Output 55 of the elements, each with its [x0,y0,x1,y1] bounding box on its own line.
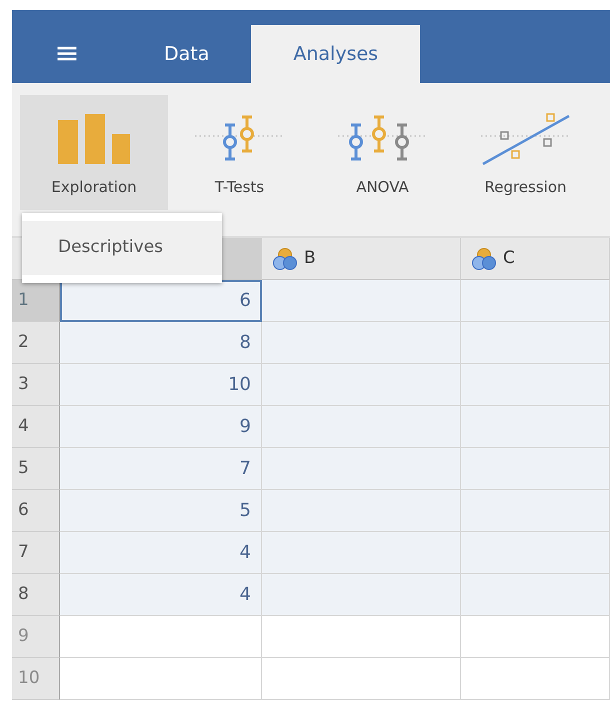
table-cell[interactable] [461,322,610,364]
column-name: B [304,246,316,270]
nominal-variable-icon [471,246,497,270]
row-number: 3 [12,364,60,406]
toolbar-button[interactable]: Exploration [20,95,168,210]
row-number: 8 [12,574,60,616]
row-number: 5 [12,448,60,490]
table-cell[interactable] [262,280,461,322]
table-cell[interactable]: 4 [60,532,262,574]
menu-item[interactable]: Descriptives [22,221,222,274]
tab[interactable]: Analyses [251,25,420,83]
table-cell[interactable] [461,406,610,448]
table-cell[interactable] [461,574,610,616]
table-cell[interactable] [262,448,461,490]
table-cell[interactable]: 5 [60,490,262,532]
table-cell[interactable] [262,574,461,616]
row-number: 2 [12,322,60,364]
table-cell[interactable] [262,658,461,700]
table-cell[interactable] [262,364,461,406]
table-cell[interactable] [461,448,610,490]
toolbar-button[interactable]: ANOVA [311,95,454,210]
column-name: C [503,246,515,270]
toolbar-button[interactable]: Regression [454,95,597,210]
table-cell[interactable] [262,616,461,658]
toolbar-button[interactable]: T-Tests [168,95,311,210]
nominal-variable-icon [272,246,298,270]
table-cell[interactable]: 8 [60,322,262,364]
row-number: 4 [12,406,60,448]
table-cell[interactable] [262,406,461,448]
table-cell[interactable] [461,364,610,406]
row-number: 6 [12,490,60,532]
table-cell[interactable]: 10 [60,364,262,406]
table-cell[interactable] [461,616,610,658]
table-cell[interactable]: 9 [60,406,262,448]
table-cell[interactable] [461,532,610,574]
table-cell[interactable]: 6 [60,280,262,322]
table-cell[interactable] [461,490,610,532]
table-cell[interactable]: 4 [60,574,262,616]
table-cell[interactable] [461,658,610,700]
table-cell[interactable] [60,616,262,658]
table-cell[interactable] [262,532,461,574]
scatter-line-icon [478,112,572,166]
table-cell[interactable] [461,280,610,322]
table-cell[interactable]: 7 [60,448,262,490]
row-number: 9 [12,616,60,658]
table-cell[interactable] [262,490,461,532]
table-cell[interactable] [262,322,461,364]
row-number: 7 [12,532,60,574]
column-header[interactable]: B [262,238,461,280]
bar-chart-icon [56,112,132,166]
row-number: 10 [12,658,60,700]
column-header[interactable]: C [461,238,610,280]
row-number: 1 [12,280,60,322]
tab[interactable]: Data [122,25,252,83]
table-cell[interactable] [60,658,262,700]
